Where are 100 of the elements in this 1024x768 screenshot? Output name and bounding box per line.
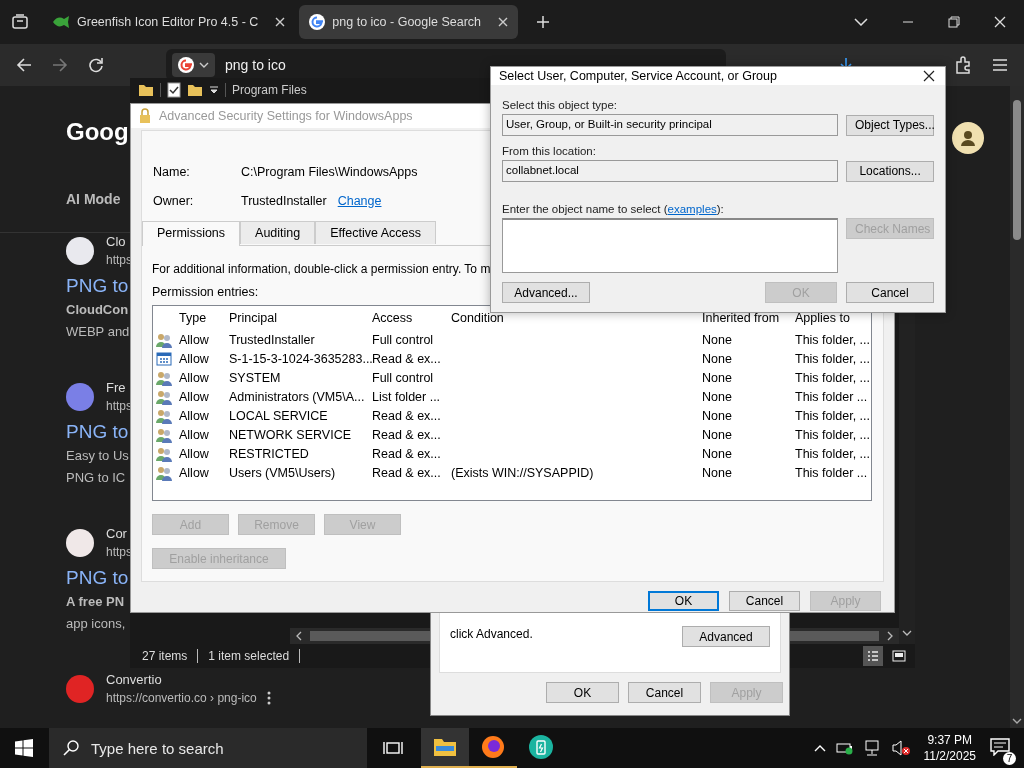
column-header[interactable]: Inherited from — [700, 311, 793, 325]
field-label: Name: — [153, 164, 191, 179]
result-title-link[interactable]: PNG to — [66, 565, 129, 591]
column-header[interactable]: Applies to — [793, 311, 871, 325]
chevron-down-icon[interactable] — [854, 18, 868, 26]
extensions-icon[interactable] — [954, 56, 972, 74]
scroll-thumb[interactable] — [1013, 100, 1021, 240]
tab[interactable]: Auditing — [240, 221, 316, 244]
change-link[interactable]: Change — [337, 193, 382, 208]
fish-icon — [52, 15, 70, 29]
google-logo: Goog — [66, 117, 129, 147]
dialog-button[interactable]: OK — [546, 682, 619, 703]
tab[interactable]: Effective Access — [315, 221, 437, 244]
table-cell-text: This folder, ... — [794, 446, 871, 461]
window-title: Program Files — [232, 83, 307, 97]
cancel-button[interactable]: Cancel — [846, 282, 934, 303]
table-cell-text: Read & ex... — [371, 465, 442, 480]
advanced-button[interactable]: Advanced... — [502, 282, 590, 303]
status-text: 1 item selected — [208, 649, 290, 663]
table-cell-text: TrustedInstaller — [228, 332, 316, 347]
details-view-icon[interactable] — [863, 646, 883, 666]
network-icon[interactable] — [863, 740, 882, 756]
users-icon — [156, 369, 172, 386]
column-header[interactable]: Condition — [449, 311, 700, 325]
examples-link[interactable]: examples — [667, 203, 717, 215]
new-tab-icon[interactable] — [536, 15, 551, 29]
battery-status-icon[interactable] — [835, 741, 854, 755]
window-title: Advanced Security Settings for WindowsApps — [159, 109, 413, 123]
muted-speaker-icon[interactable] — [891, 740, 910, 756]
taskbar-app-button[interactable] — [421, 728, 469, 768]
scroll-down-icon[interactable] — [1012, 718, 1022, 724]
column-header[interactable]: Principal — [227, 311, 370, 325]
table-cell-text: Read & ex... — [371, 427, 442, 442]
more-icon[interactable] — [266, 691, 271, 705]
forward-icon[interactable] — [52, 57, 68, 73]
table-cell-text: (Exists WIN://SYSAPPID) — [450, 465, 595, 480]
location-field: collabnet.local — [502, 160, 839, 182]
result-snippet: PNG to IC — [66, 469, 126, 487]
ai-mode-tab[interactable]: AI Mode — [66, 190, 121, 208]
users-icon — [156, 445, 172, 462]
windows-start-icon[interactable] — [15, 739, 33, 757]
folder-icon[interactable] — [187, 83, 203, 97]
column-header[interactable]: Type — [177, 311, 227, 325]
chevron-left-icon[interactable] — [296, 631, 302, 641]
info-text: For additional information, double-click a permission entry. To m — [152, 262, 491, 276]
table-cell-text: Read & ex... — [372, 351, 442, 366]
result-title-link[interactable]: PNG to — [66, 419, 129, 445]
table-cell-text: None — [701, 465, 733, 480]
scrollbar[interactable] — [1010, 86, 1024, 728]
table-cell-text: None — [701, 389, 733, 404]
table-cell-text: Full control — [371, 370, 435, 385]
dropdown-icon[interactable] — [209, 85, 219, 95]
tab[interactable]: Permissions — [142, 221, 241, 246]
site-url: https://convertio.co › png-ico — [106, 690, 257, 707]
user-avatar-icon[interactable] — [952, 122, 984, 154]
users-icon — [156, 426, 172, 443]
table-cell-text: This folder ... — [794, 465, 869, 480]
folder-icon — [138, 83, 154, 97]
table-cell-text: Allow — [178, 427, 210, 442]
dialog-button[interactable]: Cancel — [729, 591, 800, 611]
field-label: Enter the object name to select (examples): — [502, 203, 725, 215]
field-value: TrustedInstaller — [241, 193, 327, 208]
result-snippet: app icons, — [66, 615, 126, 633]
instruction-text: click Advanced. — [450, 627, 533, 641]
field-value: C:\Program Files\WindowsApps — [241, 164, 418, 179]
object-types-button[interactable]: Object Types... — [846, 114, 934, 136]
search-field[interactable]: Type here to search — [49, 728, 367, 768]
advanced-button[interactable]: Advanced — [682, 626, 770, 647]
table-cell-text: NETWORK SERVICE — [228, 427, 352, 442]
task-view-icon[interactable] — [383, 740, 403, 756]
result-snippet: A free PN — [66, 593, 125, 611]
field-label: Select this object type: — [502, 99, 619, 111]
tab-list-icon[interactable] — [11, 13, 29, 31]
close-icon[interactable] — [923, 70, 935, 82]
back-icon[interactable] — [16, 57, 32, 73]
locations-button[interactable]: Locations... — [846, 160, 934, 182]
table-cell-text: Administrators (VM5\A... — [228, 389, 366, 404]
reload-icon[interactable] — [88, 57, 104, 73]
dialog-button[interactable]: OK — [648, 591, 719, 611]
chevron-down-icon[interactable] — [902, 630, 912, 636]
chevron-right-icon[interactable] — [887, 631, 893, 641]
folder-icon — [433, 737, 457, 757]
menu-icon[interactable] — [992, 58, 1008, 72]
chevron-up-icon[interactable] — [813, 744, 826, 752]
browser-tab[interactable]: png to ico - Google Search — [299, 5, 519, 39]
status-text: 27 items — [142, 649, 188, 663]
result-title-link[interactable]: PNG to — [66, 273, 129, 299]
site-url: https — [106, 252, 132, 269]
site-url: https — [106, 544, 132, 561]
dialog-button[interactable]: Cancel — [628, 682, 701, 703]
notification-count-badge: 7 — [1003, 751, 1016, 765]
object-name-field[interactable] — [502, 218, 838, 273]
checklist-icon[interactable] — [167, 82, 181, 98]
site-url: https — [106, 398, 132, 415]
browser-tab[interactable]: Greenfish Icon Editor Pro 4.5 - C — [42, 5, 296, 39]
restore-icon[interactable] — [948, 16, 960, 28]
notifications-icon[interactable] — [990, 737, 1010, 756]
search-engine-button[interactable] — [172, 53, 215, 77]
table-cell-text: This folder, ... — [794, 370, 871, 385]
column-header[interactable]: Access — [370, 311, 449, 325]
